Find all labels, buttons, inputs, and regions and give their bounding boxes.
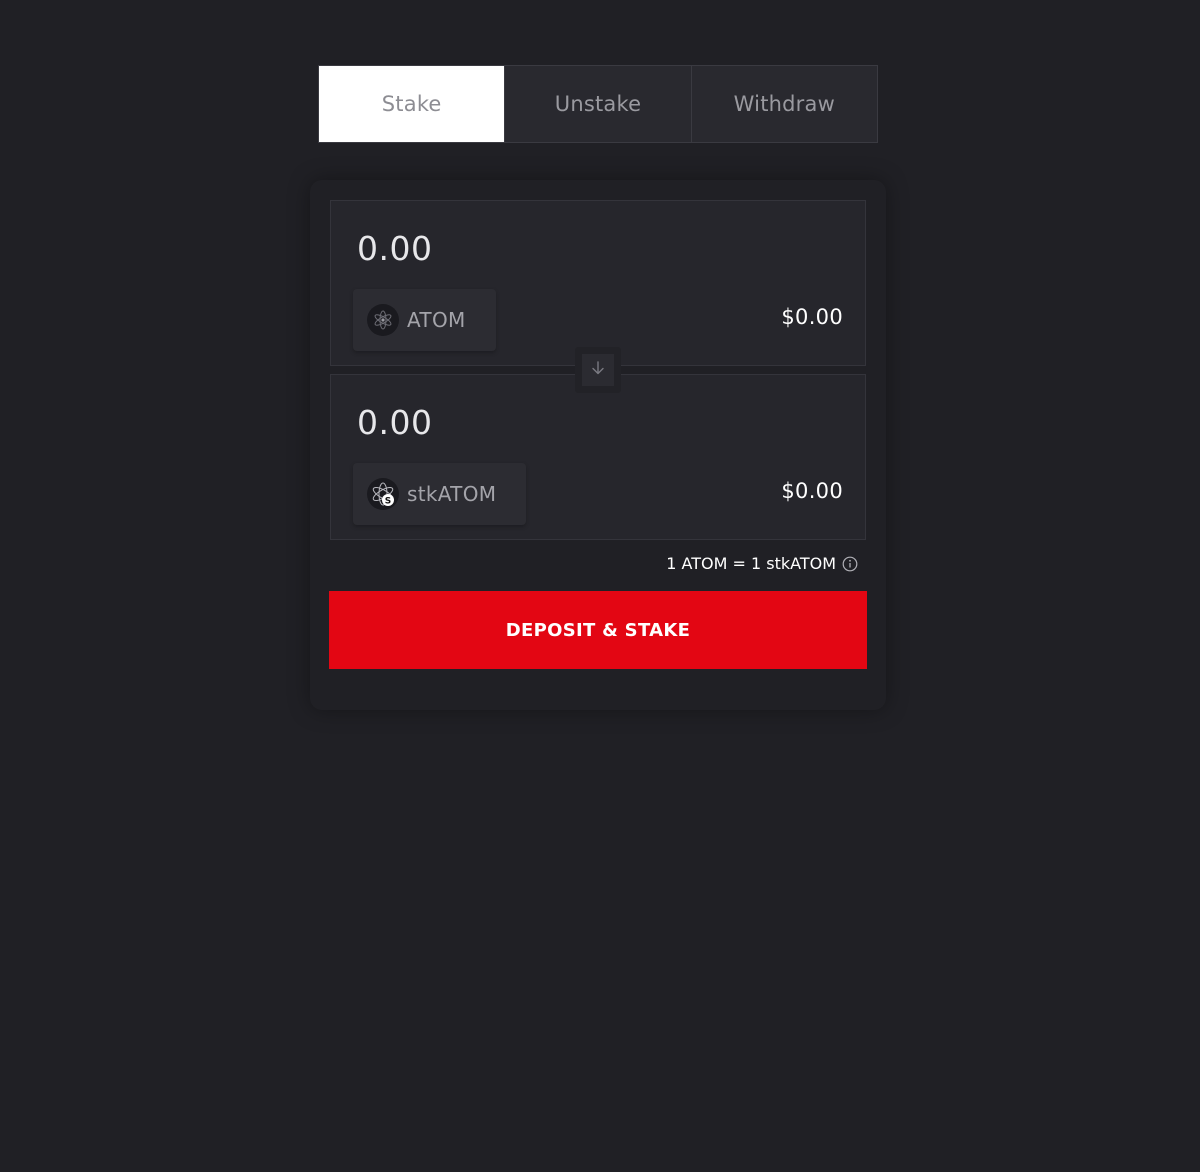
- exchange-rate-text: 1 ATOM = 1 stkATOM: [666, 554, 836, 573]
- tab-stake[interactable]: Stake: [319, 66, 505, 142]
- to-token-label: stkATOM: [407, 482, 497, 506]
- from-amount-input[interactable]: 0.00: [357, 229, 432, 268]
- exchange-rate: 1 ATOM = 1 stkATOM: [666, 554, 858, 573]
- to-token-box: 0.00 S stkATOM $0.00: [330, 374, 866, 540]
- from-usd-value: $0.00: [781, 305, 843, 329]
- from-token-box: 0.00 ATOM $0.00: [330, 200, 866, 366]
- to-usd-value: $0.00: [781, 479, 843, 503]
- info-icon[interactable]: [842, 556, 858, 572]
- to-token-selector[interactable]: S stkATOM: [353, 463, 527, 525]
- from-token-label: ATOM: [407, 308, 466, 332]
- swap-direction-button[interactable]: [575, 347, 621, 393]
- stkatom-icon: S: [367, 478, 399, 510]
- from-token-selector[interactable]: ATOM: [353, 289, 496, 351]
- to-amount-output: 0.00: [357, 403, 433, 442]
- svg-text:S: S: [385, 497, 391, 507]
- tab-bar: Stake Unstake Withdraw: [318, 65, 878, 143]
- arrow-down-icon: [590, 360, 606, 380]
- tab-unstake[interactable]: Unstake: [504, 66, 690, 142]
- atom-icon: [367, 304, 399, 336]
- tab-withdraw[interactable]: Withdraw: [690, 66, 877, 142]
- deposit-stake-button[interactable]: DEPOSIT & STAKE: [329, 591, 867, 669]
